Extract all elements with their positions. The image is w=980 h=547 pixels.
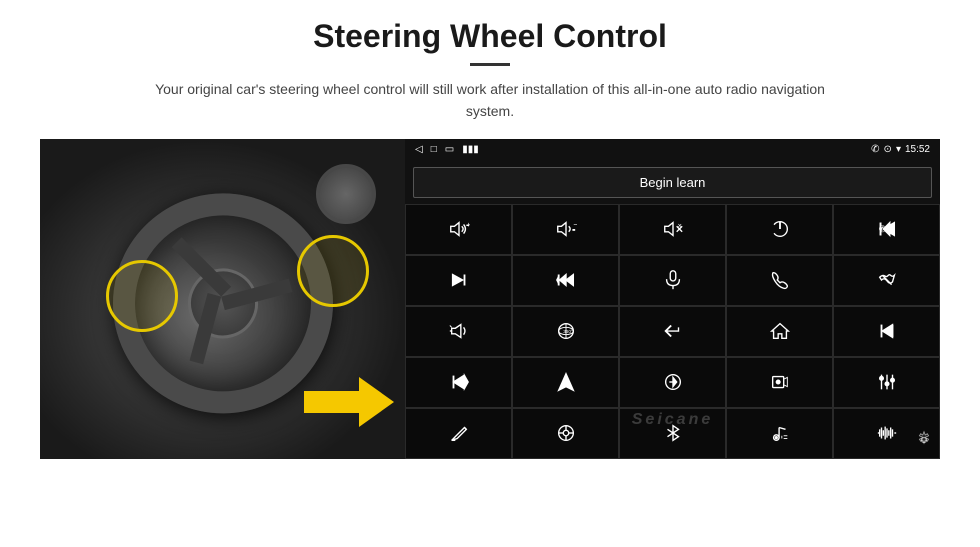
svg-text:360°: 360° [563, 329, 573, 334]
page-container: Steering Wheel Control Your original car… [0, 0, 980, 547]
status-bar-left: ◁ □ ▭ ▮▮▮ [415, 144, 479, 155]
home-icon [769, 320, 791, 342]
ctrl-prev-track[interactable]: ✆ [833, 204, 940, 255]
begin-learn-button[interactable]: Begin learn [413, 167, 932, 198]
next-song-icon [448, 269, 470, 291]
speedometer-gauge [316, 164, 376, 224]
arrow-head [359, 377, 394, 427]
waveform-icon [876, 422, 898, 444]
settings-circle-icon [555, 422, 577, 444]
ctrl-back[interactable] [619, 306, 726, 357]
arrow-indicator [304, 377, 394, 427]
ctrl-360-view[interactable]: 360° [512, 306, 619, 357]
mute-icon: × [662, 218, 684, 240]
ctrl-skip-start[interactable] [833, 306, 940, 357]
ctrl-hang-up[interactable] [833, 255, 940, 306]
android-screen: ◁ □ ▭ ▮▮▮ ✆ ⊙ ▾ 15:52 Begin learn [405, 139, 940, 459]
spoke-1 [221, 278, 292, 310]
music-settings-icon [769, 422, 791, 444]
ctrl-bluetooth[interactable] [619, 408, 726, 459]
status-bar-right: ✆ ⊙ ▾ 15:52 [871, 144, 930, 155]
swap-icon [662, 371, 684, 393]
back-arrow-icon [662, 320, 684, 342]
location-status-icon: ⊙ [884, 144, 892, 155]
power-icon [769, 218, 791, 240]
steering-wheel-hub [180, 260, 266, 346]
left-control-highlight [106, 260, 178, 332]
svg-text:×: × [677, 221, 681, 230]
ctrl-ff-prev[interactable] [512, 255, 619, 306]
steering-wheel-image [40, 139, 405, 459]
ctrl-record[interactable] [726, 357, 833, 408]
ctrl-next-song[interactable] [405, 255, 512, 306]
ctrl-power[interactable] [726, 204, 833, 255]
ctrl-skip-fwd[interactable] [405, 357, 512, 408]
pen-icon [448, 422, 470, 444]
android-screen-wrapper: ◁ □ ▭ ▮▮▮ ✆ ⊙ ▾ 15:52 Begin learn [405, 139, 940, 459]
mic-icon [662, 269, 684, 291]
ctrl-swap[interactable] [619, 357, 726, 408]
record-icon [769, 371, 791, 393]
360-view-icon: 360° [555, 320, 577, 342]
ctrl-phone-call[interactable] [726, 255, 833, 306]
vol-up-icon: + [448, 218, 470, 240]
back-nav-icon[interactable]: ◁ [415, 144, 423, 155]
ff-prev-icon [555, 269, 577, 291]
ctrl-settings2[interactable] [512, 408, 619, 459]
ctrl-horn[interactable] [405, 306, 512, 357]
home-nav-icon[interactable]: □ [431, 144, 437, 155]
page-title: Steering Wheel Control [313, 18, 667, 55]
ctrl-nav[interactable] [512, 357, 619, 408]
ctrl-mic[interactable] [619, 255, 726, 306]
arrow-shape [304, 377, 394, 427]
ctrl-pen[interactable] [405, 408, 512, 459]
page-subtitle: Your original car's steering wheel contr… [130, 78, 850, 123]
wifi-status-icon: ▾ [896, 144, 901, 155]
controls-grid: + − × ✆ [405, 204, 940, 459]
phone-call-icon [769, 269, 791, 291]
recent-nav-icon[interactable]: ▭ [445, 144, 454, 155]
ctrl-eq[interactable] [833, 357, 940, 408]
spoke-2 [189, 293, 221, 364]
right-control-highlight [297, 235, 369, 307]
title-divider [470, 63, 510, 66]
equalizer-icon [876, 371, 898, 393]
ctrl-mute[interactable]: × [619, 204, 726, 255]
status-bar: ◁ □ ▭ ▮▮▮ ✆ ⊙ ▾ 15:52 [405, 139, 940, 161]
vol-down-icon: − [555, 218, 577, 240]
svg-text:+: + [466, 220, 470, 229]
phone-status-icon: ✆ [871, 144, 879, 155]
ctrl-vol-down[interactable]: − [512, 204, 619, 255]
settings-gear-icon[interactable] [914, 430, 934, 450]
skip-fwd-icon [448, 371, 470, 393]
svg-text:−: − [573, 220, 577, 229]
content-row: ◁ □ ▭ ▮▮▮ ✆ ⊙ ▾ 15:52 Begin learn [40, 139, 940, 459]
prev-track-icon: ✆ [876, 218, 898, 240]
skip-start-icon [876, 320, 898, 342]
bluetooth-icon [662, 422, 684, 444]
ctrl-home[interactable] [726, 306, 833, 357]
ctrl-vol-up[interactable]: + [405, 204, 512, 255]
ctrl-music-settings[interactable] [726, 408, 833, 459]
spoke-3 [171, 237, 230, 296]
hang-up-icon [876, 269, 898, 291]
signal-icon: ▮▮▮ [462, 144, 479, 155]
svg-text:✆: ✆ [878, 224, 886, 234]
status-time: 15:52 [905, 144, 930, 155]
begin-learn-row: Begin learn [405, 161, 940, 204]
navigation-icon [555, 371, 577, 393]
horn-icon [448, 320, 470, 342]
